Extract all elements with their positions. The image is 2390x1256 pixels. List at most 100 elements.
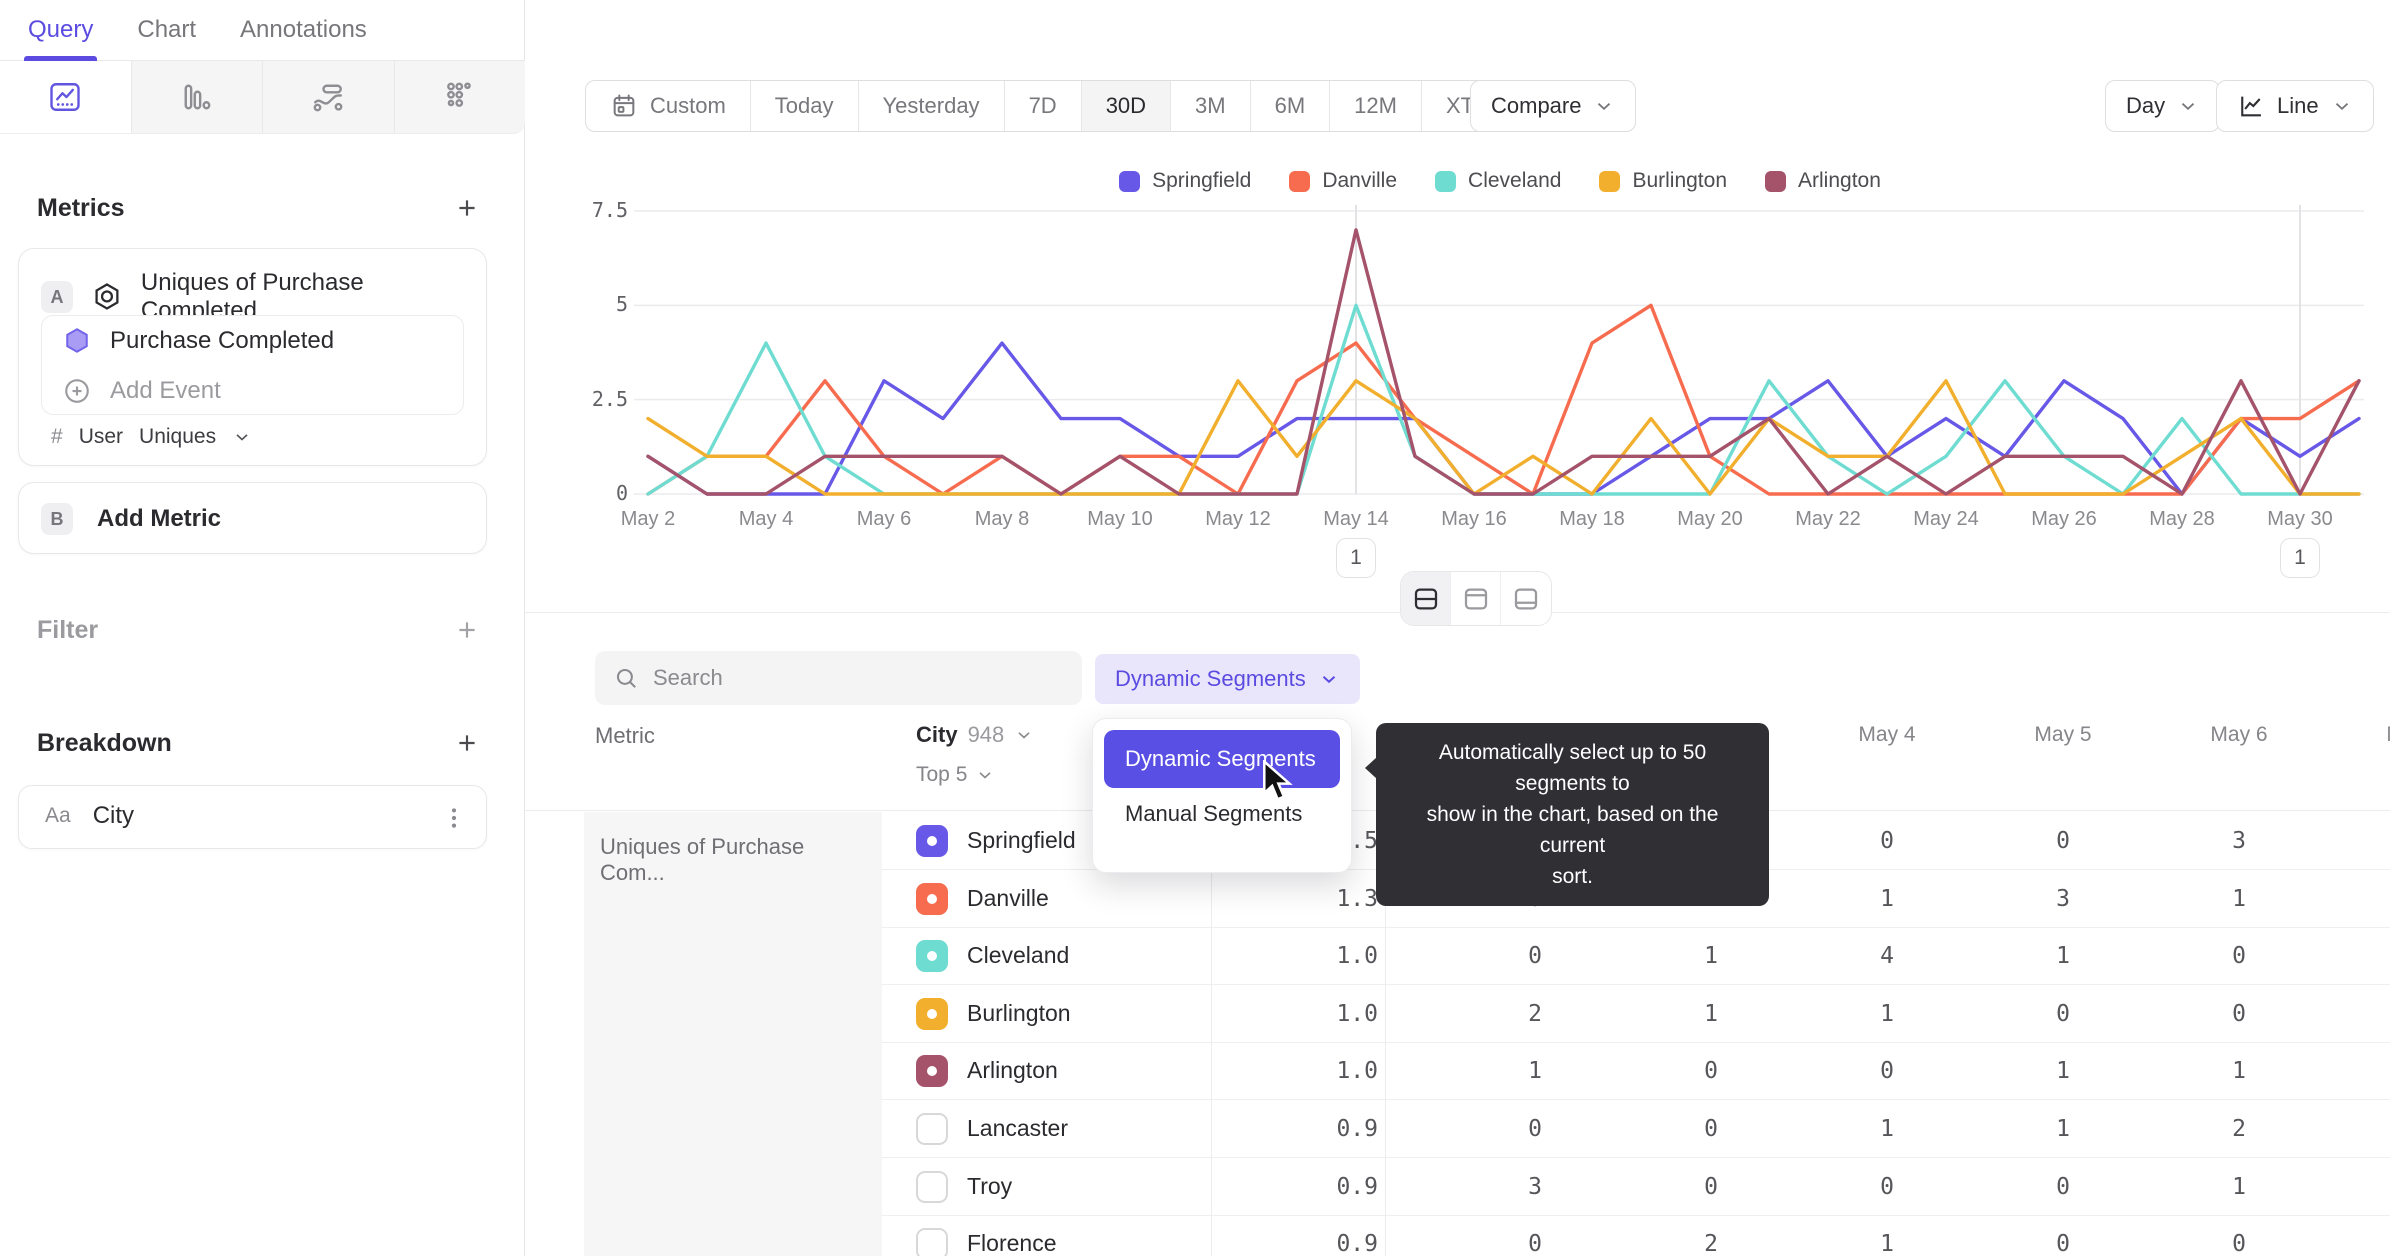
segment-value: 1 <box>1880 1231 1894 1256</box>
tab-annotations[interactable]: Annotations <box>240 0 367 61</box>
series-line-cleveland <box>646 303 2361 496</box>
search-icon <box>616 668 636 688</box>
range-3m[interactable]: 3M <box>1171 81 1251 131</box>
y-tick-label: 0 <box>615 481 628 505</box>
table-row-burlington: Burlington 1.0 2 1 1 0 0 <box>881 985 2390 1043</box>
range-12m[interactable]: 12M <box>1330 81 1422 131</box>
event-hexagon-icon <box>66 328 88 353</box>
annotation-badge[interactable]: 1 <box>2280 538 2320 578</box>
group-label: City <box>916 722 958 747</box>
legend-item-springfield[interactable]: Springfield <box>1119 169 1251 193</box>
segment-value: 1 <box>1528 1058 1542 1085</box>
segment-average: 1.3 <box>1336 885 1378 912</box>
legend-label: Springfield <box>1152 169 1252 192</box>
series-line-springfield <box>646 341 2361 496</box>
legend-item-cleveland[interactable]: Cleveland <box>1435 169 1561 193</box>
segment-value: 0 <box>2232 1231 2246 1256</box>
metric-badge-a: A <box>41 281 73 313</box>
layout-option-panel-top[interactable] <box>1451 572 1501 625</box>
segment-checkbox[interactable] <box>916 1055 948 1088</box>
x-tick-label: May 30 <box>2267 508 2333 530</box>
group-column-header[interactable]: City 948 <box>916 722 1034 748</box>
segment-checkbox[interactable] <box>916 1113 948 1145</box>
range-today[interactable]: Today <box>751 81 859 131</box>
segment-value: 2 <box>1528 1000 1542 1027</box>
filter-section-header: Filter <box>37 612 484 648</box>
segment-checkbox[interactable] <box>916 882 948 915</box>
add-breakdown-plus-button[interactable] <box>450 726 484 760</box>
segment-value: 1 <box>2232 1173 2246 1200</box>
legend-item-danville[interactable]: Danville <box>1289 169 1397 193</box>
tooltip-line: sort. <box>1552 865 1593 888</box>
segment-value: 1 <box>2056 943 2070 970</box>
search-input[interactable] <box>653 665 1064 691</box>
segment-checkbox[interactable] <box>916 1228 948 1256</box>
segment-value: 1 <box>1880 1000 1894 1027</box>
range-7d[interactable]: 7D <box>1005 81 1082 131</box>
layout-option-split-horizontal[interactable] <box>1401 572 1451 625</box>
date-column-header: May 6 <box>2210 723 2268 746</box>
chevron-down-icon <box>1598 103 1611 110</box>
annotation-badge[interactable]: 1 <box>1336 538 1376 578</box>
add-event-row[interactable]: Add Event <box>42 366 463 416</box>
add-filter-plus-button[interactable] <box>450 613 484 647</box>
legend-label: Arlington <box>1798 169 1881 192</box>
legend-label: Burlington <box>1632 169 1727 192</box>
y-tick-label: 2.5 <box>591 386 628 411</box>
segment-checkbox[interactable] <box>916 1170 948 1203</box>
breakdown-city-card[interactable]: Aa City <box>18 785 487 849</box>
segment-value: 3 <box>2232 828 2246 854</box>
add-metric-card[interactable]: B Add Metric <box>18 482 487 554</box>
chart-type-line-chart[interactable] <box>0 61 132 133</box>
segment-value: 3 <box>1528 1173 1542 1200</box>
granularity-button[interactable]: Day <box>2105 80 2221 132</box>
top-n-selector[interactable]: Top 5 <box>916 763 995 787</box>
event-inner-card: Purchase Completed Add Event <box>41 315 464 415</box>
legend-swatch <box>1289 170 1311 192</box>
segments-mode-button[interactable]: Dynamic Segments <box>1095 654 1360 704</box>
segment-checkbox[interactable] <box>916 825 948 857</box>
chart-type-scatter-chart[interactable] <box>395 61 526 133</box>
segment-value: 1 <box>2056 1058 2070 1085</box>
segment-search <box>595 651 1082 705</box>
measure-row[interactable]: # User Uniques <box>51 425 252 449</box>
segment-checkbox[interactable] <box>916 940 948 973</box>
chevron-down-icon <box>236 434 248 441</box>
compare-button[interactable]: Compare <box>1470 80 1637 132</box>
legend-item-arlington[interactable]: Arlington <box>1765 169 1881 193</box>
chart-style-button[interactable]: Line <box>2216 80 2374 132</box>
range-custom[interactable]: Custom <box>586 81 751 131</box>
range-6m[interactable]: 6M <box>1251 81 1331 131</box>
range-30d[interactable]: 30D <box>1081 81 1172 131</box>
series-line-burlington <box>646 379 2361 496</box>
scatter-chart-icon <box>446 82 471 107</box>
kebab-menu-icon[interactable] <box>440 804 468 832</box>
add-metric-plus-button[interactable] <box>450 191 484 225</box>
legend-item-burlington[interactable]: Burlington <box>1599 169 1727 193</box>
event-row[interactable]: Purchase Completed <box>42 316 463 366</box>
layout-toggle <box>1400 571 1552 626</box>
query-sidebar: Query Chart Annotations Metrics A Uniques … <box>0 0 525 1256</box>
tab-query[interactable]: Query <box>23 0 98 61</box>
segment-value: 0 <box>2056 1173 2070 1200</box>
layout-option-panel-bottom[interactable] <box>1501 572 1551 625</box>
segment-name: Arlington <box>967 1057 1058 1084</box>
table-row-cleveland: Cleveland 1.0 0 1 4 1 0 <box>881 927 2390 986</box>
chart-type-stream-chart[interactable] <box>263 61 395 133</box>
menu-item-dynamic-segments[interactable]: Dynamic Segments <box>1104 730 1340 788</box>
plus-icon <box>459 622 475 638</box>
menu-item-manual-segments[interactable]: Manual Segments <box>1104 788 1340 840</box>
segment-checkbox[interactable] <box>916 997 948 1030</box>
range-yesterday[interactable]: Yesterday <box>859 81 1005 131</box>
mouse-cursor-icon <box>1263 760 1293 801</box>
measure-user-label: User <box>78 425 124 448</box>
chart-type-bar-chart[interactable] <box>132 61 263 133</box>
segment-name: Cleveland <box>967 942 1070 969</box>
metric-card-a[interactable]: A Uniques of Purchase Completed Purchase… <box>18 248 487 466</box>
tab-chart[interactable]: Chart <box>137 0 196 61</box>
sidebar-tab-bar: Query Chart Annotations <box>0 0 525 61</box>
segment-value: 0 <box>1528 1231 1542 1256</box>
event-name: Purchase Completed <box>110 327 335 354</box>
segments-mode-label: Dynamic Segments <box>1115 666 1306 691</box>
segment-average: 1.0 <box>1336 943 1378 970</box>
